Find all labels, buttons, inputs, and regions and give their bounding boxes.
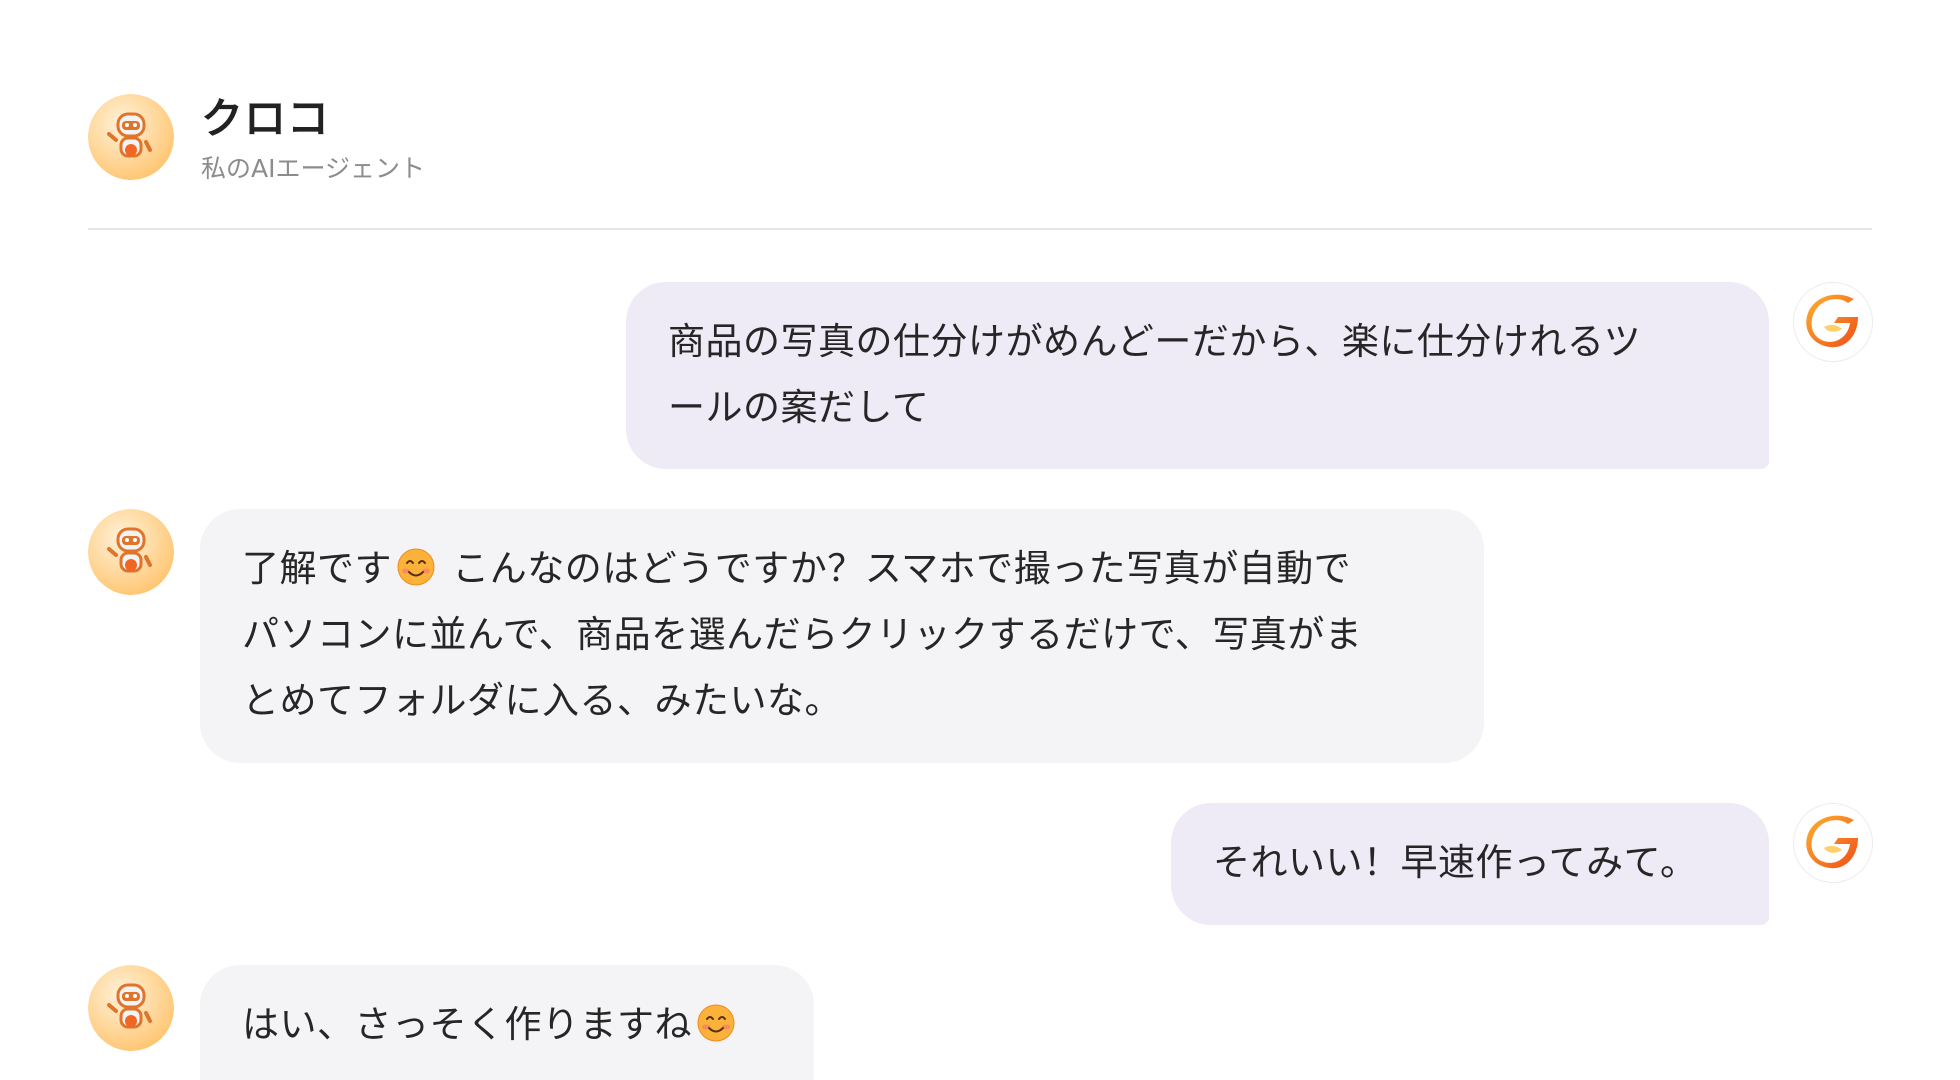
chat-page: クロコ 私のAIエージェント 商品の写真の仕分けがめんどーだから、楽に仕分けれる… (0, 0, 1960, 1080)
agent-avatar[interactable] (88, 965, 174, 1051)
message-text-line: とめてフォルダに入る、みたいな。 (242, 679, 842, 722)
message-text-line: はい、さっそく作りますね (242, 992, 772, 1058)
agent-message-bubble: 了解です こんなのはどうですか？スマホで撮った写真が自動で パソコンに並んで、商… (200, 509, 1484, 763)
user-avatar[interactable] (1793, 282, 1873, 362)
message-text-line: ールの案だして (668, 386, 930, 429)
robot-mascot-icon (88, 965, 174, 1051)
agent-message-bubble: はい、さっそく作りますね (200, 965, 814, 1080)
message-text: こんなのはどうですか？スマホで撮った写真が自動で (440, 547, 1352, 590)
page-title: クロコ (201, 94, 331, 143)
g-logo-icon (1806, 294, 1858, 348)
robot-mascot-icon (88, 509, 174, 595)
message-text-line: それいい！早速作ってみて。 (1213, 841, 1698, 884)
chat-header: クロコ 私のAIエージェント (88, 94, 1872, 230)
message-text-line: 商品の写真の仕分けがめんどーだから、楽に仕分けれるツ (668, 320, 1642, 363)
agent-avatar[interactable] (88, 509, 174, 595)
message-text-line: パソコンに並んで、商品を選んだらクリックするだけで、写真がま (242, 613, 1363, 656)
robot-mascot-icon (88, 94, 174, 180)
g-logo-icon (1806, 815, 1858, 869)
smiling-face-icon (397, 548, 435, 586)
message-text: はい、さっそく作りますね (242, 1003, 692, 1046)
user-message-bubble: 商品の写真の仕分けがめんどーだから、楽に仕分けれるツ ールの案だして (626, 282, 1769, 469)
user-avatar[interactable] (1793, 803, 1873, 883)
user-message-bubble: それいい！早速作ってみて。 (1171, 803, 1769, 925)
page-subtitle: 私のAIエージェント (201, 154, 425, 183)
message-text: 了解です (242, 547, 392, 590)
message-text-line: 了解です こんなのはどうですか？スマホで撮った写真が自動で (242, 536, 1442, 602)
agent-avatar[interactable] (88, 94, 174, 180)
smiling-face-icon (697, 1004, 735, 1042)
